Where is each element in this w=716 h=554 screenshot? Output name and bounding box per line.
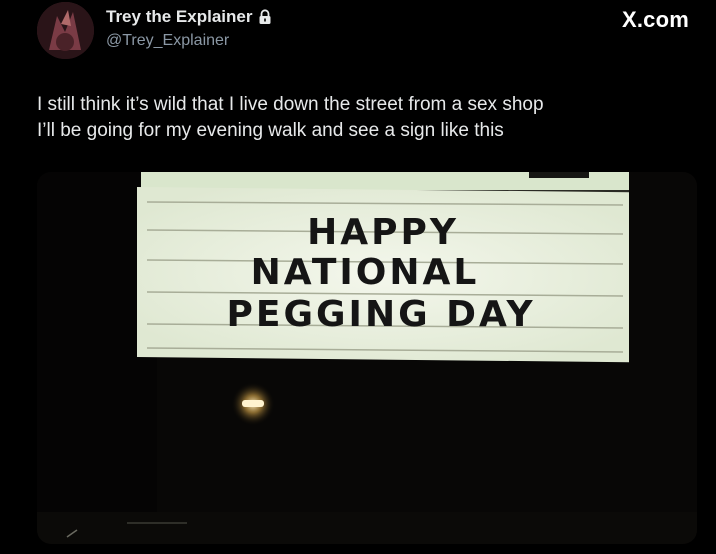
author-name[interactable]: Trey the Explainer: [106, 7, 272, 27]
avatar-image: [37, 2, 94, 59]
street-light: [231, 382, 275, 426]
lock-icon: [258, 9, 272, 25]
avatar[interactable]: [37, 2, 94, 59]
sign-line: HAPPY: [307, 212, 459, 253]
author-name-text: Trey the Explainer: [106, 7, 253, 26]
marquee-sign: HAPPY NATIONAL PEGGING DAY: [137, 187, 629, 363]
tweet-text: I still think it’s wild that I live down…: [37, 92, 697, 144]
sign-line: NATIONAL: [251, 252, 480, 293]
tweet-line: I still think it’s wild that I live down…: [37, 94, 544, 115]
sign-photo: HAPPY NATIONAL PEGGING DAY: [37, 172, 697, 544]
brand-label: X.com: [621, 7, 689, 32]
tweet-line: I’ll be going for my evening walk and se…: [37, 120, 504, 141]
tweet-photo[interactable]: HAPPY NATIONAL PEGGING DAY: [37, 172, 697, 544]
author-handle[interactable]: @Trey_Explainer: [106, 32, 229, 50]
sign-line: PEGGING DAY: [226, 294, 535, 335]
